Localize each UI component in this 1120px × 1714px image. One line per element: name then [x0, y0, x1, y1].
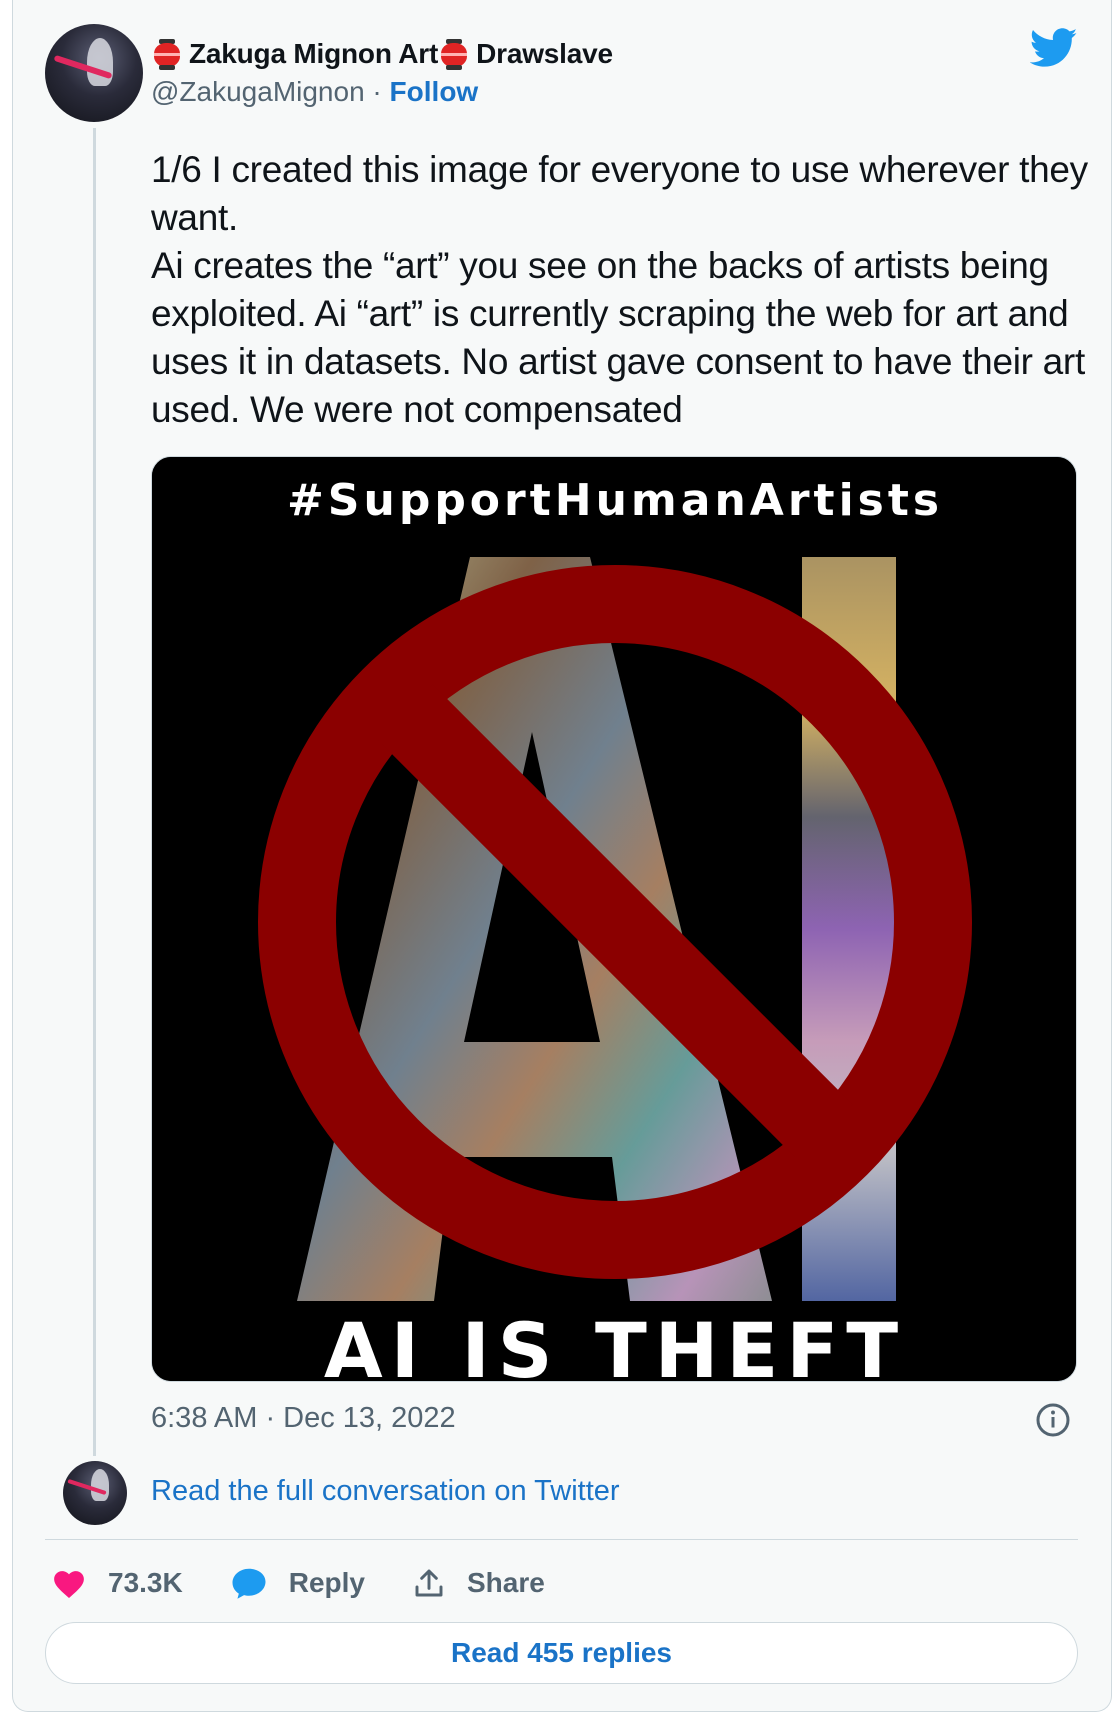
- separator-dot: ·: [364, 76, 390, 107]
- red-lantern-icon: [438, 38, 470, 70]
- read-full-conversation-link[interactable]: Read the full conversation on Twitter: [151, 1475, 620, 1508]
- red-lantern-icon: [151, 38, 183, 70]
- tweet-paragraph: 1/6 I created this image for everyone to…: [151, 149, 1088, 238]
- heart-icon: [54, 1571, 84, 1599]
- share-label: Share: [466, 1567, 545, 1598]
- author-display-name[interactable]: Zakuga Mignon Art Drawslave: [151, 34, 613, 74]
- display-name-part1: Zakuga Mignon Art: [189, 38, 439, 69]
- author-handle-row: @ZakugaMignon · Follow: [151, 76, 478, 108]
- follow-link[interactable]: Follow: [390, 76, 479, 107]
- tweet-paragraph: Ai creates the “art” you see on the back…: [151, 245, 1085, 430]
- poster-hashtag: #SupportHumanArtists: [287, 475, 943, 526]
- share-button[interactable]: Share: [413, 1566, 545, 1600]
- read-replies-button[interactable]: Read 455 replies: [45, 1622, 1078, 1684]
- reply-button[interactable]: Reply: [231, 1566, 365, 1600]
- like-count: 73.3K: [108, 1567, 183, 1598]
- like-button[interactable]: 73.3K: [52, 1567, 183, 1599]
- share-upload-icon: [415, 1569, 443, 1597]
- poster-bottom-text: AI IS THEFT: [324, 1306, 906, 1382]
- info-icon[interactable]: [1035, 1402, 1071, 1438]
- divider: [45, 1539, 1078, 1540]
- ai-is-theft-poster: #SupportHumanArtists AI IS THEFT: [152, 457, 1076, 1382]
- conversation-avatar[interactable]: [63, 1461, 127, 1525]
- reply-label: Reply: [288, 1567, 365, 1598]
- speech-bubble-icon: [232, 1568, 266, 1599]
- author-handle[interactable]: @ZakugaMignon: [151, 76, 365, 107]
- author-avatar[interactable]: [45, 24, 143, 122]
- tweet-text: 1/6 I created this image for everyone to…: [151, 146, 1091, 434]
- action-bar: 73.3K Reply Share: [52, 1563, 593, 1603]
- tweet-image[interactable]: #SupportHumanArtists AI IS THEFT: [151, 456, 1077, 1382]
- twitter-bird-icon[interactable]: [1030, 28, 1078, 68]
- tweet-timestamp[interactable]: 6:38 AM · Dec 13, 2022: [151, 1402, 456, 1435]
- display-name-part2: Drawslave: [476, 38, 613, 69]
- thread-line: [93, 128, 96, 1456]
